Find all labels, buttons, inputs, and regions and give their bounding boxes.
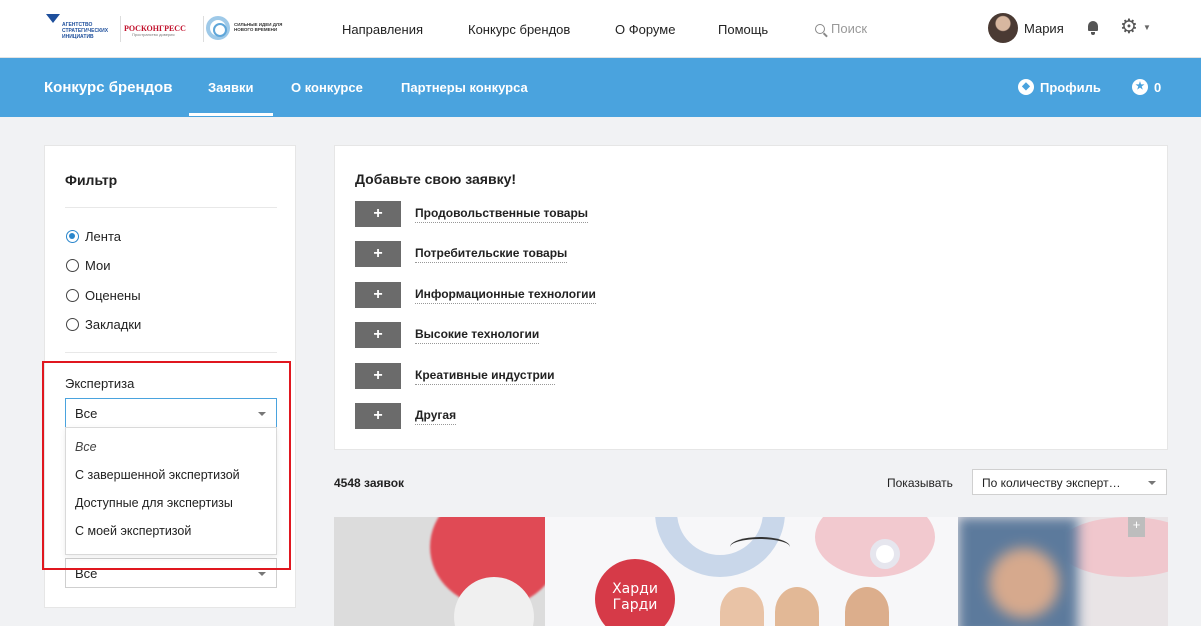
highlight-box <box>42 361 291 570</box>
add-category-hightech[interactable]: + Высокие технологии <box>355 322 540 348</box>
asi-logo-text: АГЕНТСТВО СТРАТЕГИЧЕСКИХ ИНИЦИАТИВ <box>62 22 109 40</box>
add-category-food[interactable]: + Продовольственные товары <box>355 201 589 227</box>
profile-label: Профиль <box>1040 79 1101 95</box>
application-card-image[interactable]: Харди Гарди <box>545 517 958 626</box>
star-icon: ★ <box>1132 79 1148 95</box>
child-figure <box>775 587 819 626</box>
logo-divider <box>120 16 121 42</box>
add-category-creative[interactable]: + Креативные индустрии <box>355 363 555 389</box>
category-label[interactable]: Другая <box>415 408 457 425</box>
search-placeholder: Поиск <box>831 21 868 36</box>
radio-label: Оценены <box>85 288 141 303</box>
divider <box>65 352 277 353</box>
applications-count: 4548 заявок <box>334 476 405 490</box>
chevron-down-icon[interactable]: ▼ <box>1143 23 1151 32</box>
radio-bookmarks[interactable]: Закладки <box>66 317 141 332</box>
add-category-consumer[interactable]: + Потребительские товары <box>355 241 568 267</box>
topnav-item-directions[interactable]: Направления <box>342 0 423 58</box>
decorative-shape <box>870 539 900 569</box>
filter-title: Фильтр <box>65 172 118 188</box>
plus-icon[interactable]: + <box>355 241 401 267</box>
radio-label: Закладки <box>85 317 142 332</box>
star-count: 0 <box>1154 79 1162 95</box>
gear-icon[interactable]: ⚙ <box>1120 17 1138 37</box>
contest-title[interactable]: Конкурс брендов <box>44 79 172 96</box>
category-label[interactable]: Высокие технологии <box>415 327 540 344</box>
blurred-photo <box>958 517 1078 626</box>
add-category-other[interactable]: + Другая <box>355 403 457 429</box>
radio-button-checked[interactable] <box>66 230 79 243</box>
sort-select[interactable]: По количеству эксперт… <box>972 469 1167 495</box>
topnav-item-help[interactable]: Помощь <box>718 0 768 58</box>
category-label[interactable]: Креативные индустрии <box>415 368 555 385</box>
roscongress-logo-subtext: Пространство доверия <box>132 32 175 37</box>
category-label[interactable]: Потребительские товары <box>415 246 568 263</box>
active-tab-indicator <box>189 113 273 116</box>
roscongress-logo[interactable]: РОСКОНГРЕСС Пространство доверия <box>124 14 202 42</box>
tab-applications[interactable]: Заявки <box>208 80 253 95</box>
bookmark-add-icon[interactable]: + <box>1128 517 1145 537</box>
add-application-title: Добавьте свою заявку! <box>355 171 517 187</box>
tab-about-contest[interactable]: О конкурсе <box>291 80 363 95</box>
chevron-down-icon <box>1148 481 1156 485</box>
user-name[interactable]: Мария <box>1024 21 1064 36</box>
category-label[interactable]: Информационные технологии <box>415 287 596 304</box>
child-figure <box>720 587 764 626</box>
star-counter[interactable]: ★ 0 <box>1132 79 1161 95</box>
asi-logo[interactable]: АГЕНТСТВО СТРАТЕГИЧЕСКИХ ИНИЦИАТИВ <box>44 14 118 42</box>
chevron-down-icon <box>258 572 266 576</box>
category-label[interactable]: Продовольственные товары <box>415 206 589 223</box>
radio-button[interactable] <box>66 318 79 331</box>
sort-selected-value: По количеству эксперт… <box>982 476 1121 490</box>
add-application-card: Добавьте свою заявку! + Продовольственны… <box>334 145 1168 450</box>
graduation-cap-icon: ◆ <box>1018 79 1034 95</box>
asi-logo-icon <box>46 14 60 23</box>
divider <box>65 207 277 208</box>
tab-contest-partners[interactable]: Партнеры конкурса <box>401 80 528 95</box>
plus-icon[interactable]: + <box>355 363 401 389</box>
topnav-item-about-forum[interactable]: О Форуме <box>615 0 675 58</box>
radio-mine[interactable]: Мои <box>66 258 110 273</box>
logo-divider <box>203 16 204 42</box>
plus-icon[interactable]: + <box>355 282 401 308</box>
plus-icon[interactable]: + <box>355 403 401 429</box>
radio-label: Мои <box>85 258 111 273</box>
plus-icon[interactable]: + <box>355 322 401 348</box>
avatar[interactable] <box>988 13 1018 43</box>
plus-icon[interactable]: + <box>355 201 401 227</box>
radio-rated[interactable]: Оценены <box>66 288 141 303</box>
brand-logo: Харди Гарди <box>595 559 675 626</box>
search-field[interactable]: Поиск <box>815 21 867 36</box>
add-category-it[interactable]: + Информационные технологии <box>355 282 596 308</box>
search-icon <box>815 23 825 34</box>
bell-icon[interactable] <box>1087 21 1099 35</box>
forum-logo-icon[interactable] <box>206 16 230 40</box>
contest-nav-bar: Конкурс брендов Заявки О конкурсе Партне… <box>0 58 1201 117</box>
profile-link[interactable]: ◆ Профиль <box>1018 79 1101 95</box>
child-figure <box>845 587 889 626</box>
radio-button[interactable] <box>66 259 79 272</box>
radio-label: Лента <box>85 229 121 244</box>
decorative-shape <box>730 537 790 557</box>
topnav-item-brand-contest[interactable]: Конкурс брендов <box>468 0 570 58</box>
show-label: Показывать <box>887 476 953 490</box>
radio-feed[interactable]: Лента <box>66 229 121 244</box>
radio-button[interactable] <box>66 289 79 302</box>
top-bar: АГЕНТСТВО СТРАТЕГИЧЕСКИХ ИНИЦИАТИВ РОСКО… <box>0 0 1201 58</box>
application-card-image[interactable] <box>334 517 545 626</box>
forum-logo-text: СИЛЬНЫЕ ИДЕИ ДЛЯ НОВОГО ВРЕМЕНИ <box>234 22 283 32</box>
